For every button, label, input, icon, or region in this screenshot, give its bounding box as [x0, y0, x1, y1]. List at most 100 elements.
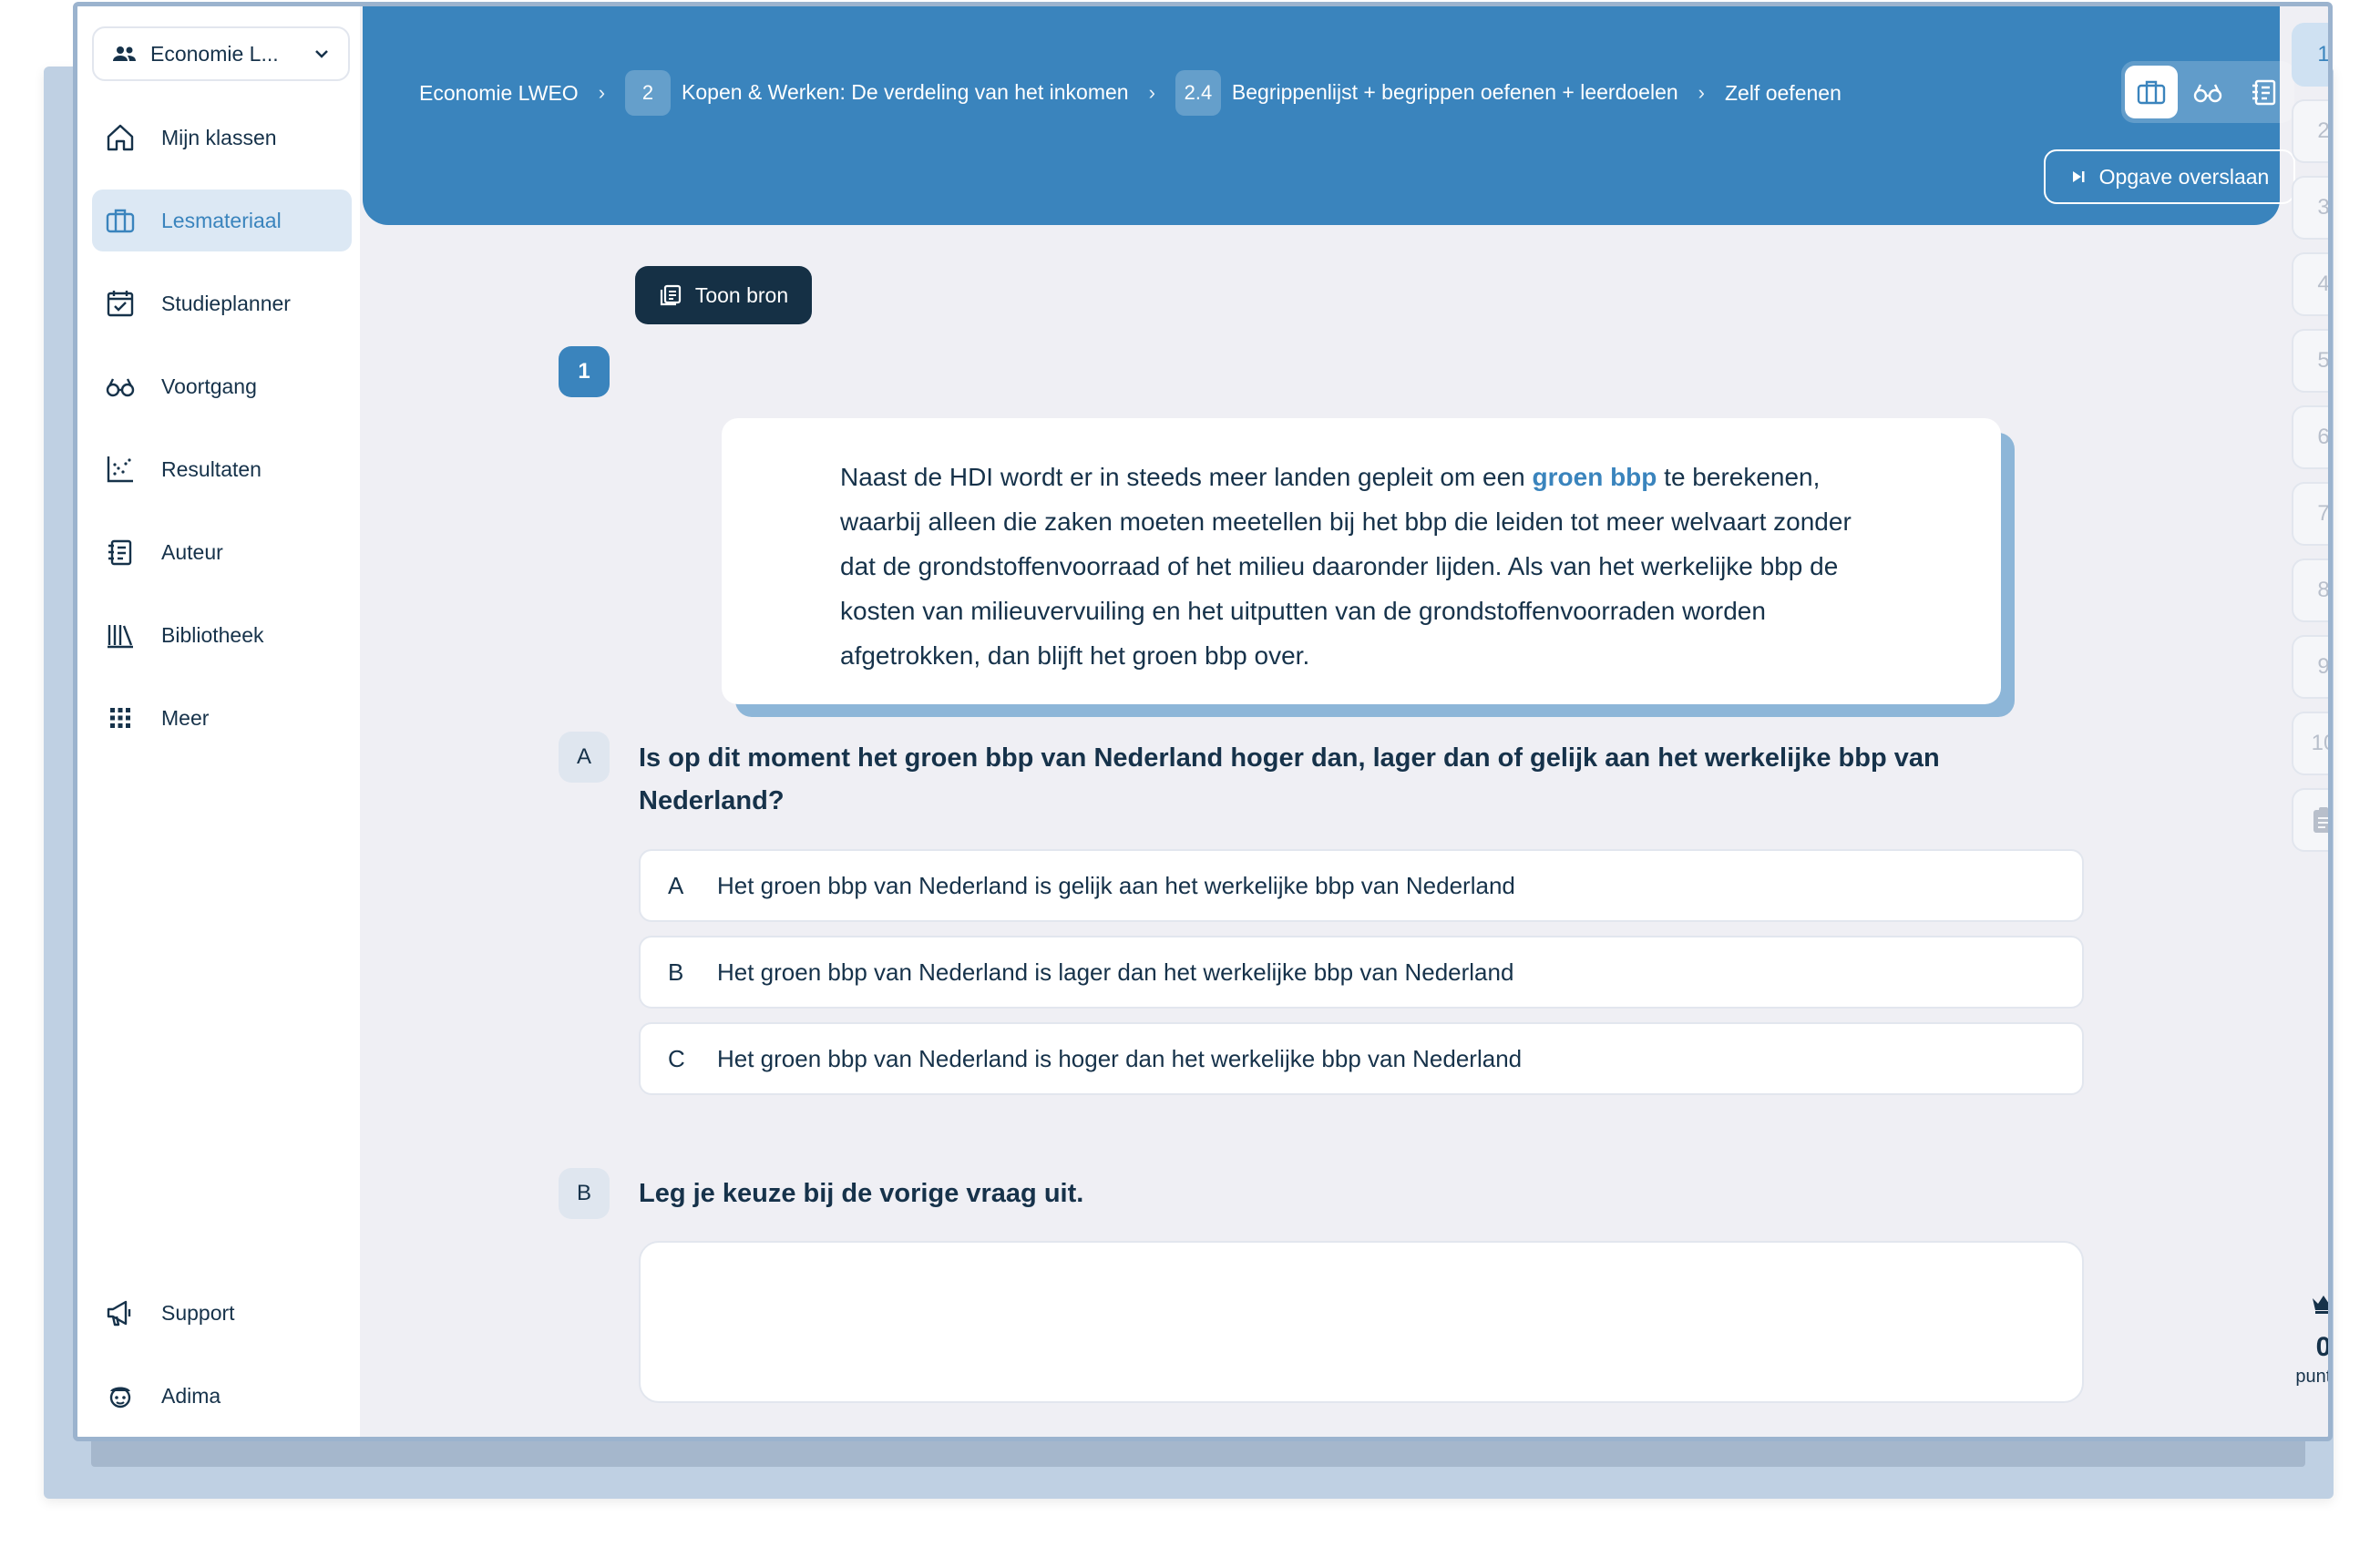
briefcase-icon	[106, 209, 135, 233]
rail-question-4[interactable]: 4	[2292, 252, 2328, 316]
sidebar-item-label: Auteur	[161, 539, 223, 564]
sidebar-item-label: Bibliotheek	[161, 622, 264, 647]
sidebar-item-studieplanner[interactable]: Studieplanner	[92, 272, 352, 334]
answer-option-b[interactable]: B Het groen bbp van Nederland is lager d…	[639, 936, 2084, 1009]
course-select-label: Economie L...	[150, 41, 279, 66]
chapter-number: 2	[625, 70, 672, 116]
group-icon	[113, 46, 136, 61]
sidebar-item-lesmateriaal[interactable]: Lesmateriaal	[92, 190, 352, 251]
question-number: 1	[559, 346, 610, 397]
sidebar-item-label: Voortgang	[161, 374, 257, 398]
question-rail: 1 2 3 4 5 6 7 8 9 10	[2292, 23, 2328, 865]
rail-question-7[interactable]: 7	[2292, 482, 2328, 546]
source-text-before: Naast de HDI wordt er in steeds meer lan…	[840, 463, 1533, 491]
megaphone-icon	[107, 1300, 131, 1327]
breadcrumb-chapter[interactable]: 2 Kopen & Werken: De verdeling van het in…	[625, 70, 1129, 116]
show-source-label: Toon bron	[694, 282, 789, 307]
show-source-button[interactable]: Toon bron	[635, 266, 812, 324]
rail-question-6[interactable]: 6	[2292, 405, 2328, 469]
avatar-icon	[109, 1387, 131, 1409]
option-letter: B	[668, 958, 684, 986]
subquestion-b-label: B	[559, 1168, 610, 1219]
section-number: 2.4	[1175, 70, 1221, 116]
glasses-icon	[2193, 84, 2222, 103]
points-unit: punten	[2295, 1367, 2332, 1387]
app-window: Economie L... Mijn klassen Lesmateriaal …	[73, 2, 2333, 1441]
sidebar-item-mijn-klassen[interactable]: Mijn klassen	[92, 107, 352, 169]
source-text-after: te berekenen, waarbij alleen die zaken m…	[840, 463, 1852, 670]
sidebar-item-resultaten[interactable]: Resultaten	[92, 438, 352, 500]
breadcrumb: Economie LWEO › 2 Kopen & Werken: De verd…	[419, 70, 1841, 116]
sidebar-item-voortgang[interactable]: Voortgang	[92, 355, 352, 417]
points-counter: 0 punten	[2283, 1291, 2332, 1388]
rail-question-10[interactable]: 10	[2292, 712, 2328, 775]
rail-question-8[interactable]: 8	[2292, 558, 2328, 622]
home-icon	[107, 124, 134, 151]
answer-textarea[interactable]	[639, 1241, 2084, 1403]
answer-option-c[interactable]: C Het groen bbp van Nederland is hoger d…	[639, 1022, 2084, 1095]
sidebar-nav: Mijn klassen Lesmateriaal Studieplanner …	[92, 107, 352, 770]
subquestion-a-text: Is op dit moment het groen bbp van Neder…	[639, 743, 1940, 815]
source-text-card: Naast de HDI wordt er in steeds meer lan…	[722, 418, 2001, 704]
section-title: Begrippenlijst + begrippen oefenen + lee…	[1231, 80, 1678, 104]
points-value: 0	[2315, 1332, 2332, 1362]
chapter-title: Kopen & Werken: De verdeling van het ink…	[682, 80, 1129, 104]
sidebar-item-meer[interactable]: Meer	[92, 687, 352, 749]
sidebar: Economie L... Mijn klassen Lesmateriaal …	[77, 6, 360, 1437]
breadcrumb-current: Zelf oefenen	[1724, 80, 1841, 105]
sidebar-item-bibliotheek[interactable]: Bibliotheek	[92, 604, 352, 666]
view-mode-toggle	[2121, 61, 2294, 123]
rail-question-5[interactable]: 5	[2292, 329, 2328, 393]
page-header: Economie LWEO › 2 Kopen & Werken: De verd…	[363, 6, 2295, 225]
crown-icon	[2313, 1296, 2328, 1314]
sidebar-item-label: Lesmateriaal	[161, 208, 282, 232]
author-icon	[108, 539, 132, 566]
answer-option-a[interactable]: A Het groen bbp van Nederland is gelijk …	[639, 849, 2084, 922]
sidebar-item-auteur[interactable]: Auteur	[92, 521, 352, 583]
sidebar-item-label: Adima	[161, 1383, 221, 1408]
option-text: Het groen bbp van Nederland is gelijk aa…	[717, 871, 1515, 899]
option-text: Het groen bbp van Nederland is lager dan…	[717, 958, 1514, 986]
breadcrumb-section[interactable]: 2.4 Begrippenlijst + begrippen oefenen + …	[1175, 70, 1678, 116]
sidebar-item-label: Meer	[161, 705, 210, 730]
breadcrumb-course[interactable]: Economie LWEO	[419, 81, 579, 106]
mode-auteur-button[interactable]	[2238, 66, 2291, 118]
rail-question-3[interactable]: 3	[2292, 176, 2328, 240]
scatter-chart-icon	[107, 456, 133, 483]
option-letter: A	[668, 871, 684, 899]
sidebar-item-label: Studieplanner	[161, 291, 291, 315]
mode-voortgang-button[interactable]	[2181, 66, 2234, 118]
rail-question-9[interactable]: 9	[2292, 635, 2328, 699]
sidebar-item-label: Mijn klassen	[161, 125, 277, 149]
briefcase-icon	[2137, 80, 2166, 105]
chevron-right-icon: ›	[598, 81, 606, 104]
sidebar-bottom-nav: Support Adima	[92, 1282, 352, 1437]
subquestion-a-label: A	[559, 732, 610, 783]
sidebar-item-label: Support	[161, 1300, 235, 1325]
chevron-down-icon	[315, 50, 328, 58]
document-stack-icon	[660, 284, 681, 306]
mode-lesmateriaal-button[interactable]	[2125, 66, 2178, 118]
subquestion-b-text: Leg je keuze bij de vorige vraag uit.	[639, 1179, 1084, 1208]
course-select[interactable]: Economie L...	[92, 26, 350, 81]
option-text: Het groen bbp van Nederland is hoger dan…	[717, 1044, 1523, 1072]
glasses-icon	[106, 378, 135, 397]
skip-icon	[2072, 171, 2085, 182]
grid-icon	[110, 708, 130, 728]
rail-summary[interactable]	[2292, 788, 2328, 852]
chevron-right-icon: ›	[1148, 81, 1155, 104]
rail-question-2[interactable]: 2	[2292, 99, 2328, 163]
chevron-right-icon: ›	[1698, 81, 1705, 104]
sidebar-item-label: Resultaten	[161, 456, 262, 481]
rail-question-1[interactable]: 1	[2292, 23, 2328, 87]
author-icon	[2252, 79, 2276, 106]
skip-question-button[interactable]: Opgave overslaan	[2044, 149, 2295, 204]
skip-label: Opgave overslaan	[2098, 164, 2270, 189]
glossary-term-link[interactable]: groen bbp	[1533, 463, 1657, 491]
sidebar-item-adima[interactable]: Adima	[92, 1365, 352, 1427]
library-icon	[108, 625, 133, 649]
option-letter: C	[668, 1044, 685, 1072]
sidebar-item-support[interactable]: Support	[92, 1282, 352, 1344]
calendar-check-icon	[107, 291, 134, 317]
clipboard-icon	[2313, 807, 2328, 833]
